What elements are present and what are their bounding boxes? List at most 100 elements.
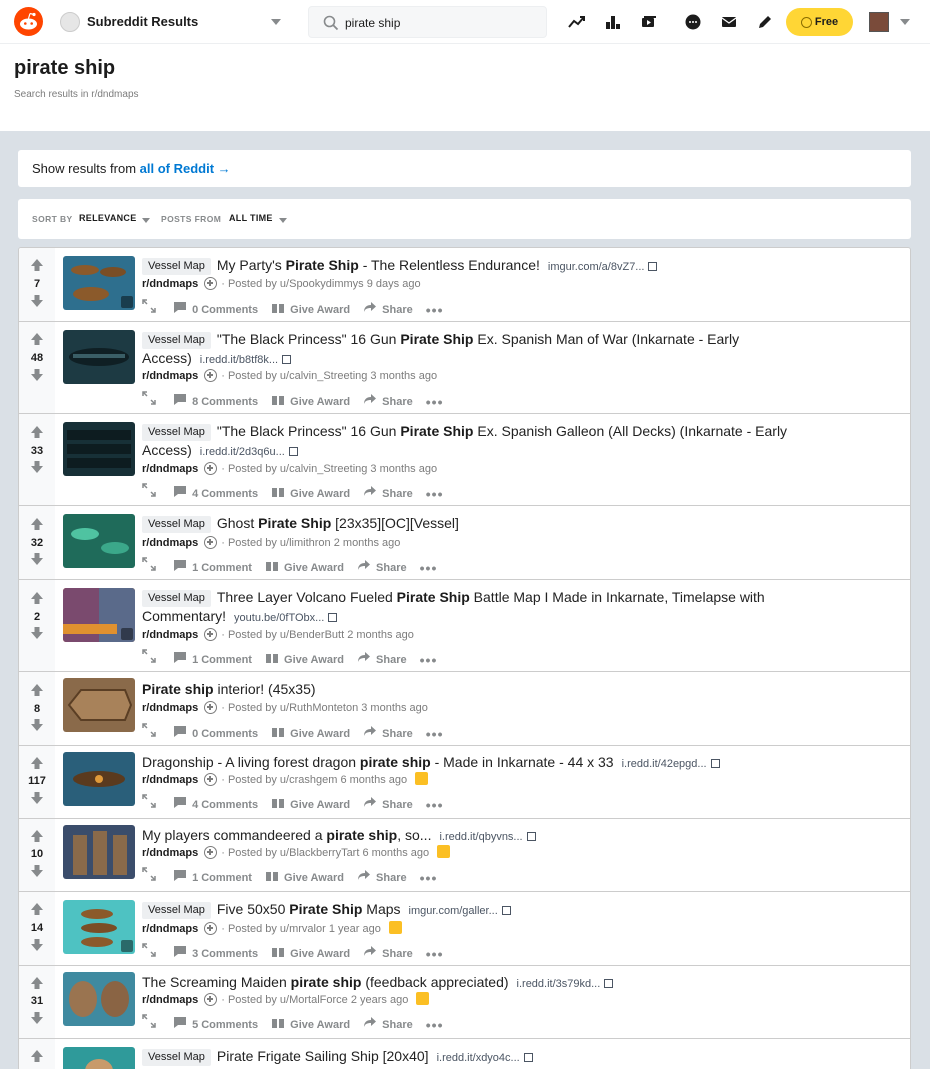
post-domain[interactable]: i.redd.it/42epgd... bbox=[622, 758, 720, 770]
join-icon[interactable] bbox=[204, 701, 218, 714]
join-icon[interactable] bbox=[204, 846, 218, 859]
all-of-reddit-link[interactable]: all of Reddit → bbox=[140, 161, 231, 176]
post-title[interactable]: Vessel Map "The Black Princess" 16 Gun Pi… bbox=[142, 422, 842, 461]
user-menu-chevron-icon[interactable] bbox=[900, 19, 910, 25]
upvote-icon[interactable] bbox=[30, 332, 44, 346]
post-domain[interactable]: i.redd.it/2d3q6u... bbox=[200, 446, 298, 458]
upvote-icon[interactable] bbox=[30, 425, 44, 439]
post-thumbnail[interactable] bbox=[63, 514, 135, 568]
give-award-button[interactable]: Give Award bbox=[290, 1019, 350, 1031]
comments-button[interactable]: 1 Comment bbox=[192, 562, 252, 574]
posts-from-chevron-icon[interactable] bbox=[279, 218, 287, 223]
share-button[interactable]: Share bbox=[382, 396, 413, 408]
create-post-icon[interactable] bbox=[755, 12, 775, 32]
share-button[interactable]: Share bbox=[382, 799, 413, 811]
upvote-icon[interactable] bbox=[30, 517, 44, 531]
post-card[interactable]: 8 Pirate ship interior! (45x35) r/dndmap… bbox=[19, 672, 910, 746]
share-button[interactable]: Share bbox=[376, 872, 407, 884]
subreddit-link[interactable]: r/dndmaps bbox=[142, 774, 198, 786]
share-button[interactable]: Share bbox=[376, 654, 407, 666]
post-title[interactable]: Vessel Map Ghost Pirate Ship [23x35][OC][… bbox=[142, 514, 842, 533]
share-button[interactable]: Share bbox=[382, 1019, 413, 1031]
comments-button[interactable]: 4 Comments bbox=[192, 488, 258, 500]
more-options-icon[interactable]: ••• bbox=[426, 302, 444, 318]
subreddit-link[interactable]: r/dndmaps bbox=[142, 702, 198, 714]
expand-icon[interactable] bbox=[142, 299, 156, 313]
post-thumbnail[interactable] bbox=[63, 330, 135, 384]
comments-button[interactable]: 0 Comments bbox=[192, 728, 258, 740]
posts-from-dropdown[interactable]: ALL TIME bbox=[229, 213, 273, 223]
post-title[interactable]: Vessel Map Three Layer Volcano Fueled Pir… bbox=[142, 588, 842, 627]
expand-icon[interactable] bbox=[142, 649, 156, 663]
expand-icon[interactable] bbox=[142, 1014, 156, 1028]
join-icon[interactable] bbox=[204, 628, 218, 641]
downvote-icon[interactable] bbox=[30, 1011, 44, 1025]
give-award-button[interactable]: Give Award bbox=[290, 799, 350, 811]
more-options-icon[interactable]: ••• bbox=[420, 560, 438, 576]
post-title[interactable]: Dragonship - A living forest dragon pira… bbox=[142, 753, 842, 773]
post-card[interactable]: 31 The Screaming Maiden pirate ship (fee… bbox=[19, 966, 910, 1039]
comments-button[interactable]: 4 Comments bbox=[192, 799, 258, 811]
more-options-icon[interactable]: ••• bbox=[426, 1017, 444, 1033]
post-title[interactable]: The Screaming Maiden pirate ship (feedba… bbox=[142, 973, 842, 993]
upvote-icon[interactable] bbox=[30, 902, 44, 916]
upvote-icon[interactable] bbox=[30, 591, 44, 605]
post-card[interactable]: 10 My players commandeered a pirate ship… bbox=[19, 819, 910, 892]
post-card[interactable]: 33 Vessel Map "The Black Princess" 16 Gun… bbox=[19, 414, 910, 506]
post-domain[interactable]: i.redd.it/xdyo4c... bbox=[437, 1052, 533, 1064]
share-button[interactable]: Share bbox=[382, 488, 413, 500]
post-flair[interactable]: Vessel Map bbox=[142, 424, 211, 441]
post-card[interactable]: 32 Vessel Map Ghost Pirate Ship [23x35][O… bbox=[19, 506, 910, 580]
join-icon[interactable] bbox=[204, 993, 218, 1006]
post-title[interactable]: Vessel Map Pirate Frigate Sailing Ship [2… bbox=[142, 1047, 842, 1067]
post-title[interactable]: Vessel Map Five 50x50 Pirate Ship Maps img… bbox=[142, 900, 842, 920]
user-avatar[interactable] bbox=[869, 12, 889, 32]
join-icon[interactable] bbox=[204, 369, 218, 382]
join-icon[interactable] bbox=[204, 462, 218, 475]
post-thumbnail[interactable] bbox=[63, 678, 135, 732]
join-icon[interactable] bbox=[204, 773, 218, 786]
post-title[interactable]: My players commandeered a pirate ship, s… bbox=[142, 826, 842, 846]
post-thumbnail[interactable] bbox=[63, 588, 135, 642]
post-domain[interactable]: i.redd.it/b8tf8k... bbox=[200, 354, 292, 366]
expand-icon[interactable] bbox=[142, 483, 156, 497]
more-options-icon[interactable]: ••• bbox=[426, 726, 444, 742]
share-button[interactable]: Share bbox=[382, 948, 413, 960]
more-options-icon[interactable]: ••• bbox=[426, 394, 444, 410]
downvote-icon[interactable] bbox=[30, 718, 44, 732]
more-options-icon[interactable]: ••• bbox=[426, 946, 444, 962]
give-award-button[interactable]: Give Award bbox=[290, 948, 350, 960]
search-bar[interactable] bbox=[308, 6, 547, 38]
post-thumbnail[interactable] bbox=[63, 900, 135, 954]
downvote-icon[interactable] bbox=[30, 791, 44, 805]
post-thumbnail[interactable] bbox=[63, 825, 135, 879]
expand-icon[interactable] bbox=[142, 867, 156, 881]
sort-by-chevron-icon[interactable] bbox=[142, 218, 150, 223]
post-card[interactable]: 117 Dragonship - A living forest dragon … bbox=[19, 746, 910, 819]
post-card[interactable]: 14 Vessel Map Five 50x50 Pirate Ship Maps… bbox=[19, 892, 910, 966]
reddit-logo-icon[interactable] bbox=[14, 7, 43, 36]
mail-icon[interactable] bbox=[719, 12, 739, 32]
downvote-icon[interactable] bbox=[30, 864, 44, 878]
downvote-icon[interactable] bbox=[30, 552, 44, 566]
give-award-button[interactable]: Give Award bbox=[290, 396, 350, 408]
more-options-icon[interactable]: ••• bbox=[420, 870, 438, 886]
post-card[interactable]: 48 Vessel Map "The Black Princess" 16 Gun… bbox=[19, 322, 910, 414]
join-icon[interactable] bbox=[204, 922, 218, 935]
give-award-button[interactable]: Give Award bbox=[290, 488, 350, 500]
give-award-button[interactable]: Give Award bbox=[290, 304, 350, 316]
subreddit-link[interactable]: r/dndmaps bbox=[142, 629, 198, 641]
subreddit-link[interactable]: r/dndmaps bbox=[142, 537, 198, 549]
more-options-icon[interactable]: ••• bbox=[426, 486, 444, 502]
post-thumbnail[interactable] bbox=[63, 422, 135, 476]
post-thumbnail[interactable] bbox=[63, 752, 135, 806]
sort-by-dropdown[interactable]: RELEVANCE bbox=[79, 213, 137, 223]
expand-icon[interactable] bbox=[142, 557, 156, 571]
comments-button[interactable]: 3 Comments bbox=[192, 948, 258, 960]
comments-button[interactable]: 8 Comments bbox=[192, 396, 258, 408]
post-card[interactable]: 7 Vessel Map My Party's Pirate Ship - The… bbox=[19, 248, 910, 322]
post-domain[interactable]: i.redd.it/qbyvns... bbox=[439, 831, 536, 843]
subreddit-link[interactable]: r/dndmaps bbox=[142, 370, 198, 382]
join-icon[interactable] bbox=[204, 536, 218, 549]
post-flair[interactable]: Vessel Map bbox=[142, 332, 211, 349]
